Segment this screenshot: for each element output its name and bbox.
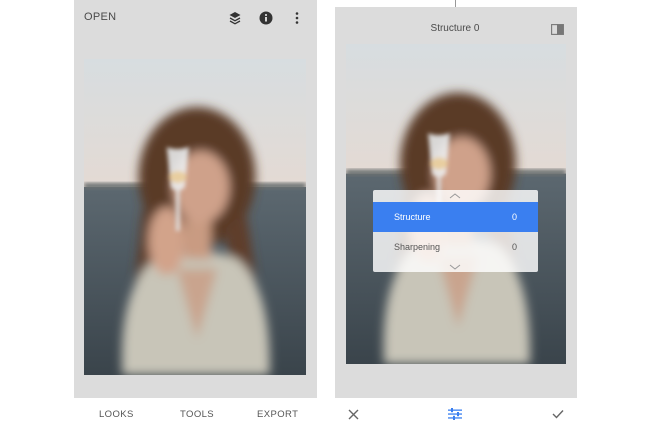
more-vertical-icon[interactable] (288, 9, 306, 27)
tool-bottom-bar (335, 398, 577, 430)
close-icon[interactable] (345, 406, 361, 422)
menu-item-label: Sharpening (394, 242, 441, 252)
chevron-up-icon[interactable] (449, 193, 461, 199)
tab-tools[interactable]: TOOLS (180, 409, 214, 420)
menu-item-value: 0 (511, 212, 517, 222)
open-button[interactable]: OPEN (84, 11, 116, 23)
tab-looks[interactable]: LOOKS (99, 409, 134, 420)
adjustment-title: Structure 0 (430, 23, 480, 34)
compare-split-icon[interactable] (551, 22, 564, 40)
check-icon[interactable] (550, 406, 566, 422)
adjustment-menu: Structure 0 Sharpening 0 (373, 190, 538, 272)
top-bar: OPEN (74, 0, 317, 36)
bottom-tab-bar: LOOKS TOOLS EXPORT (74, 398, 317, 430)
menu-item-structure[interactable]: Structure 0 (373, 202, 538, 232)
menu-item-label: Structure (394, 212, 431, 222)
menu-item-value: 0 (511, 242, 517, 252)
sliders-icon[interactable] (447, 406, 463, 422)
tab-export[interactable]: EXPORT (257, 409, 298, 420)
layers-stack-icon[interactable] (226, 9, 244, 27)
photo-preview (84, 59, 306, 375)
details-tool-screen: Structure 0 Structure 0 Sharpening 0 (335, 7, 577, 430)
chevron-down-icon[interactable] (449, 264, 461, 270)
info-icon[interactable] (257, 9, 275, 27)
home-screen: OPEN LOOKS TOOLS EXPORT (74, 0, 317, 430)
menu-item-sharpening[interactable]: Sharpening 0 (373, 232, 538, 262)
